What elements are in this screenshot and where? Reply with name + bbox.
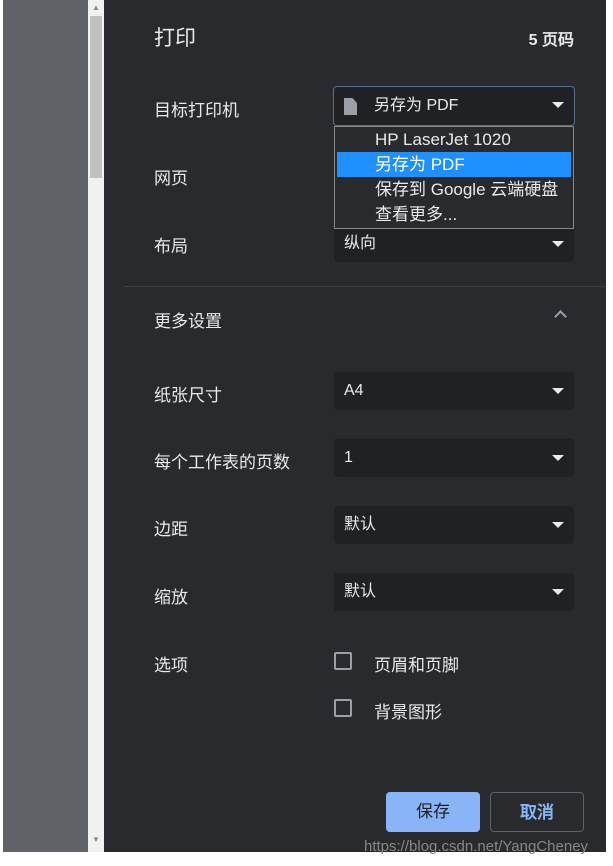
options-label: 选项 — [154, 656, 188, 675]
print-settings-panel: 打印 5 页码 目标打印机 另存为 PDF HP LaserJet 1020 另… — [104, 0, 606, 852]
layout-select[interactable]: 纵向 — [334, 226, 574, 262]
chevron-up-icon[interactable] — [554, 310, 567, 323]
background-graphics-checkbox[interactable] — [334, 699, 352, 717]
destination-label: 目标打印机 — [154, 101, 239, 120]
chevron-down-icon — [552, 241, 564, 247]
scale-value: 默认 — [344, 583, 377, 600]
layout-label: 布局 — [154, 237, 188, 256]
layout-value: 纵向 — [344, 235, 377, 252]
preview-scrollbar[interactable]: ▲ ▼ — [88, 0, 104, 852]
header-footer-label[interactable]: 页眉和页脚 — [374, 651, 459, 676]
destination-value: 另存为 PDF — [374, 97, 459, 114]
menu-item-hp-laserjet[interactable]: HP LaserJet 1020 — [335, 127, 573, 152]
paper-size-select[interactable]: A4 — [334, 372, 574, 410]
chevron-down-icon — [552, 388, 564, 394]
scrollbar-thumb[interactable] — [90, 16, 102, 178]
pages-per-sheet-select[interactable]: 1 — [334, 439, 574, 477]
page-title: 打印 — [154, 27, 196, 50]
menu-item-save-as-pdf[interactable]: 另存为 PDF — [337, 152, 571, 177]
chevron-down-icon — [552, 455, 564, 461]
menu-item-google-drive[interactable]: 保存到 Google 云端硬盘 — [335, 177, 573, 202]
margins-select[interactable]: 默认 — [334, 506, 574, 544]
scroll-up-icon[interactable]: ▲ — [92, 4, 100, 12]
menu-item-see-more[interactable]: 查看更多... — [335, 202, 573, 227]
divider — [124, 286, 606, 287]
margins-value: 默认 — [344, 516, 377, 533]
destination-dropdown-menu: HP LaserJet 1020 另存为 PDF 保存到 Google 云端硬盘… — [334, 126, 574, 229]
save-button[interactable]: 保存 — [386, 792, 480, 832]
watermark: https://blog.csdn.net/YangCheney — [364, 838, 589, 855]
margins-label: 边距 — [154, 520, 188, 539]
paper-size-label: 纸张尺寸 — [154, 386, 222, 405]
chevron-down-icon — [552, 522, 564, 528]
page-count: 5 页码 — [528, 32, 574, 49]
scroll-down-icon[interactable]: ▼ — [92, 836, 100, 844]
scale-select[interactable]: 默认 — [334, 573, 574, 611]
background-graphics-label[interactable]: 背景图形 — [374, 698, 442, 723]
paper-size-value: A4 — [344, 382, 364, 399]
header-footer-checkbox[interactable] — [334, 652, 352, 670]
print-preview-area — [3, 0, 88, 852]
chevron-down-icon — [552, 102, 564, 108]
chevron-down-icon — [552, 589, 564, 595]
pages-per-sheet-label: 每个工作表的页数 — [154, 453, 290, 472]
scale-label: 缩放 — [154, 588, 188, 607]
destination-select[interactable]: 另存为 PDF — [333, 86, 575, 126]
cancel-button[interactable]: 取消 — [490, 792, 584, 832]
file-icon — [344, 98, 357, 115]
pages-label: 网页 — [154, 169, 188, 188]
pages-per-sheet-value: 1 — [344, 449, 353, 466]
more-settings-toggle[interactable]: 更多设置 — [154, 307, 222, 332]
